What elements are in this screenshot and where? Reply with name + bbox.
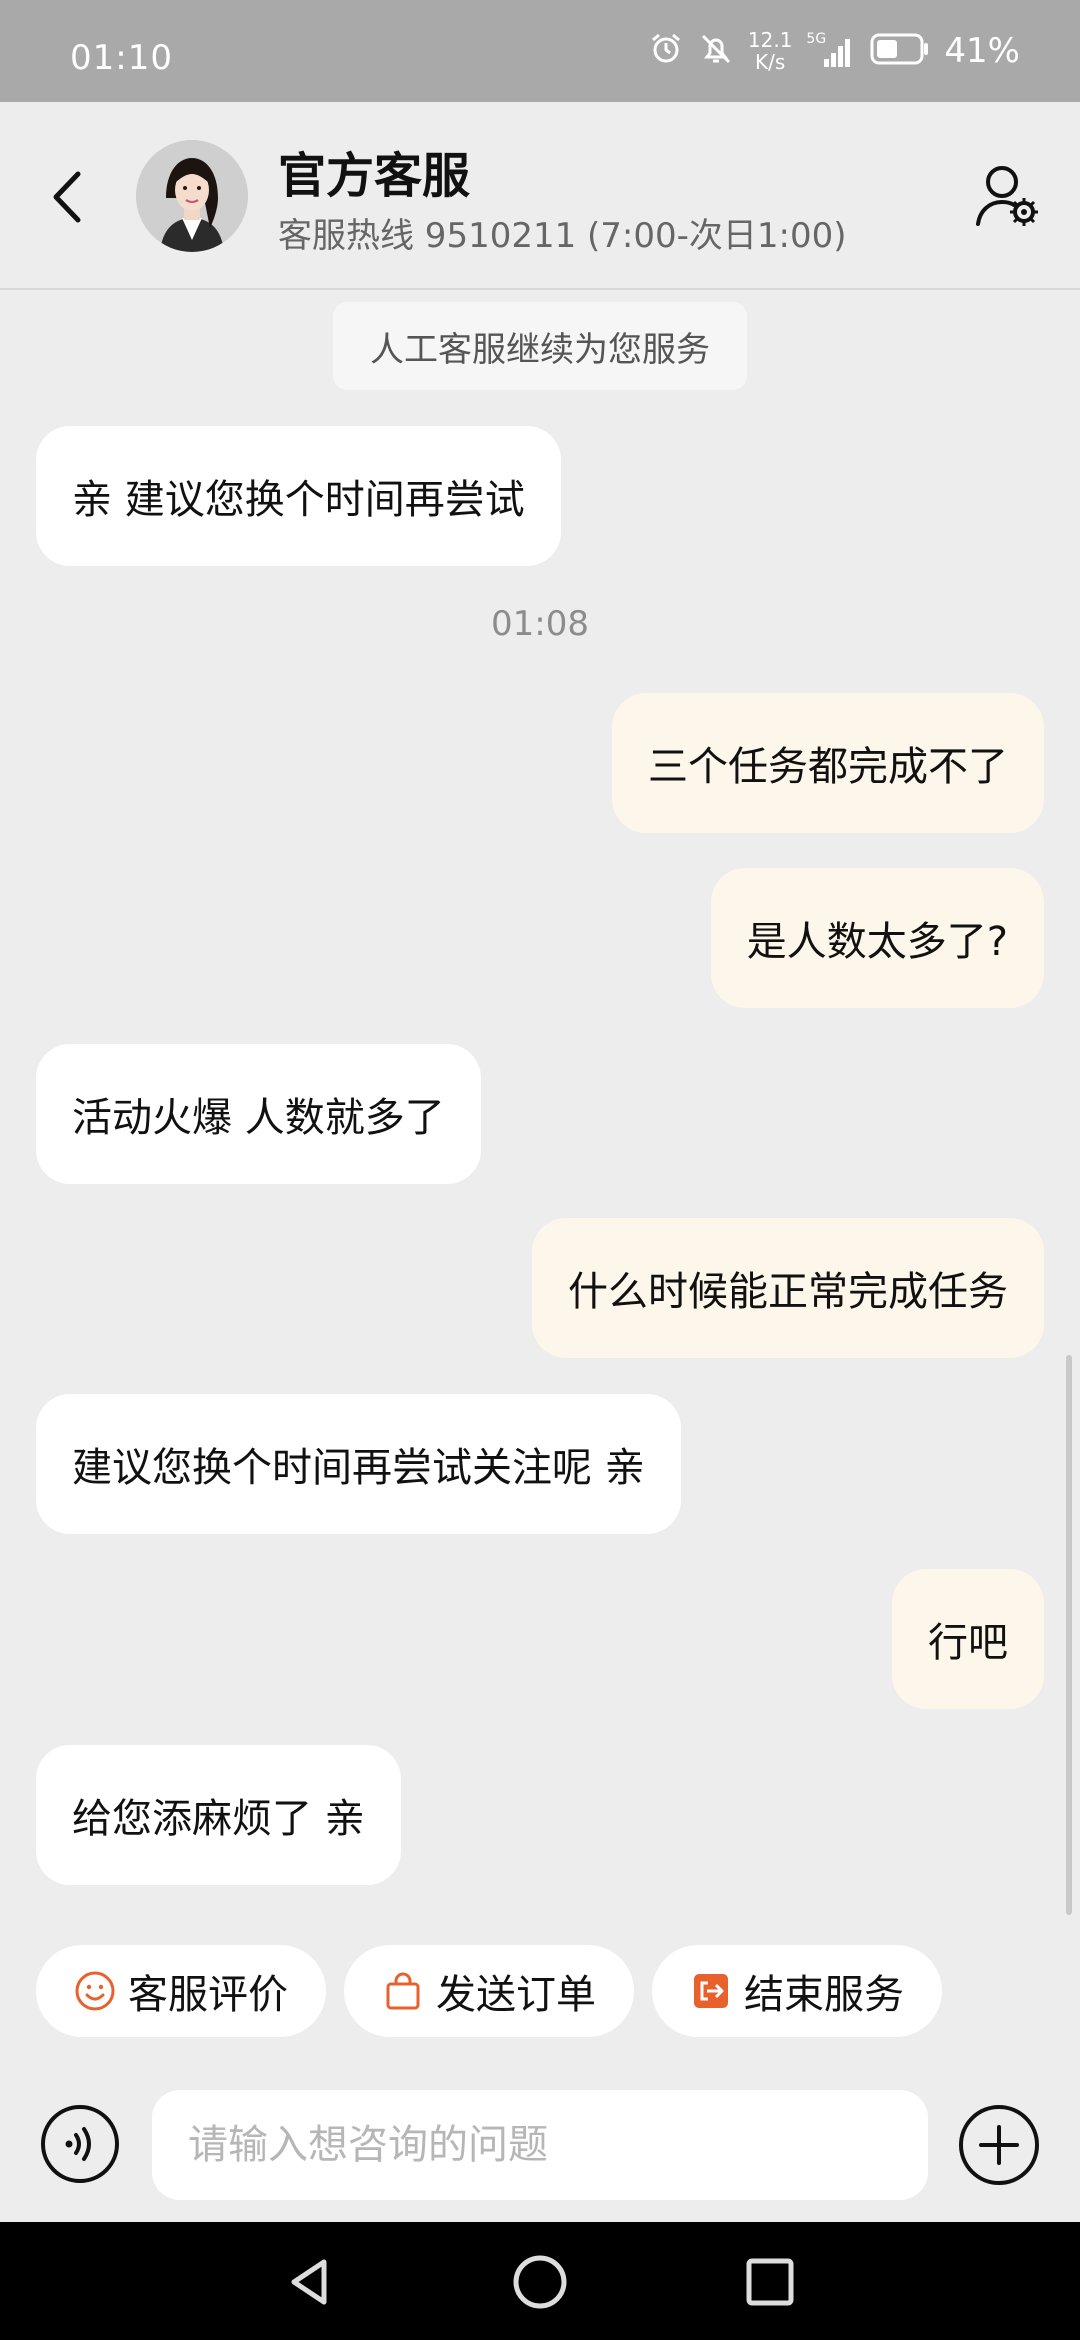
shopping-bag-icon — [386, 1972, 420, 2010]
message-input[interactable] — [152, 2090, 928, 2200]
user-settings-icon — [976, 166, 1038, 226]
triangle-back-icon — [291, 2259, 327, 2305]
message-bubble-user[interactable]: 三个任务都完成不了 — [612, 693, 1044, 833]
message-timestamp: 01:08 — [491, 604, 589, 644]
agent-avatar[interactable] — [136, 140, 248, 252]
chevron-left-icon — [53, 171, 81, 223]
send-order-button[interactable]: 发送订单 — [344, 1945, 634, 2037]
message-bubble-agent[interactable]: 亲 建议您换个时间再尝试 — [36, 426, 561, 566]
message-bubble-user[interactable]: 是人数太多了? — [710, 868, 1044, 1008]
status-bar: 01:10 12.1 K/s 5G 41% — [0, 0, 1080, 102]
rate-service-label: 客服评价 — [128, 1972, 288, 2018]
send-order-label: 发送订单 — [436, 1972, 596, 2018]
end-service-button[interactable]: 结束服务 — [652, 1945, 942, 2037]
chat-header: 官方客服 客服热线 9510211 (7:00-次日1:00) — [0, 102, 1080, 290]
net-speed-value: 12.1 — [747, 28, 793, 52]
message-bubble-user[interactable]: 行吧 — [892, 1569, 1044, 1709]
end-service-label: 结束服务 — [744, 1972, 904, 2018]
nav-back-button[interactable] — [280, 2252, 340, 2312]
circle-home-icon — [513, 2255, 567, 2309]
back-button[interactable] — [42, 162, 98, 232]
net-speed-unit: K/s — [755, 50, 786, 74]
message-bubble-user[interactable]: 什么时候能正常完成任务 — [532, 1218, 1044, 1358]
nav-recents-button[interactable] — [740, 2252, 800, 2312]
message-bubble-agent[interactable]: 活动火爆 人数就多了 — [36, 1044, 481, 1184]
more-options-button[interactable] — [958, 2104, 1040, 2186]
status-icons: 12.1 K/s 5G 41% — [648, 26, 1020, 76]
quick-actions-bar: 客服评价 发送订单 结束服务 — [36, 1945, 942, 2037]
chat-scrollbar[interactable] — [1066, 1355, 1072, 1915]
battery-percent: 41% — [944, 31, 1020, 71]
nav-home-button[interactable] — [510, 2252, 570, 2312]
plus-icon — [959, 2105, 1039, 2185]
message-input-row — [0, 2090, 1080, 2200]
user-settings-button[interactable] — [972, 160, 1042, 230]
voice-input-button[interactable] — [40, 2104, 120, 2184]
smiley-icon — [75, 1971, 115, 2011]
hotline-info: 客服热线 9510211 (7:00-次日1:00) — [278, 216, 847, 256]
status-time: 01:10 — [70, 38, 173, 78]
square-recents-icon — [746, 2258, 794, 2306]
rate-service-button[interactable]: 客服评价 — [36, 1945, 326, 2037]
mute-bell-icon — [698, 31, 734, 71]
alarm-icon — [648, 31, 684, 71]
chat-title: 官方客服 — [278, 148, 471, 204]
signal-icon: 5G — [806, 31, 856, 69]
system-nav-bar — [0, 2222, 1080, 2340]
network-speed: 12.1 K/s — [748, 29, 793, 73]
message-bubble-agent[interactable]: 给您添麻烦了 亲 — [36, 1745, 401, 1885]
message-bubble-agent[interactable]: 建议您换个时间再尝试关注呢 亲 — [36, 1394, 681, 1534]
battery-icon — [870, 32, 930, 70]
exit-icon — [694, 1974, 728, 2008]
chat-message-list[interactable]: 人工客服继续为您服务 亲 建议您换个时间再尝试 01:08 三个任务都完成不了 … — [0, 290, 1080, 1915]
voice-icon — [41, 2105, 119, 2183]
system-notice: 人工客服继续为您服务 — [333, 302, 747, 390]
